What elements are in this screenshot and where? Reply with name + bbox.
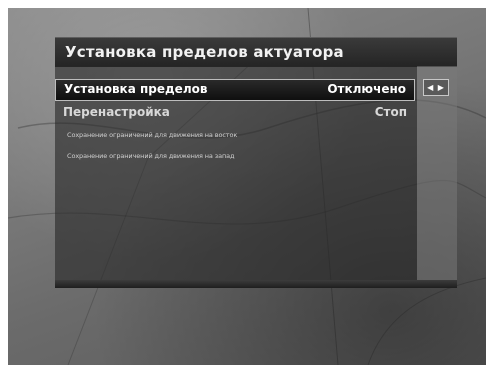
menu-item-limit-setting[interactable]: Установка пределов Отключено <box>55 79 415 101</box>
hint-east: Сохранение ограничений для движения на в… <box>67 131 238 139</box>
left-right-arrows-icon[interactable]: ◀ ▶ <box>423 79 449 96</box>
tv-screen: Установка пределов актуатора Установка п… <box>8 8 486 365</box>
menu-item-value: Отключено <box>327 82 406 96</box>
panel-title-bar: Установка пределов актуатора <box>55 37 457 67</box>
menu-item-value: Стоп <box>374 105 407 119</box>
panel-side-strip <box>417 66 457 280</box>
menu-panel: Установка пределов Отключено Перенастрой… <box>55 66 417 280</box>
menu-item-label: Перенастройка <box>63 105 170 119</box>
panel-title: Установка пределов актуатора <box>65 43 344 61</box>
menu-item-label: Установка пределов <box>64 82 208 96</box>
panel-bottom-bar <box>55 280 457 288</box>
hint-west: Сохранение ограничений для движения на з… <box>67 152 235 160</box>
menu-item-retune[interactable]: Перенастройка Стоп <box>55 103 415 123</box>
